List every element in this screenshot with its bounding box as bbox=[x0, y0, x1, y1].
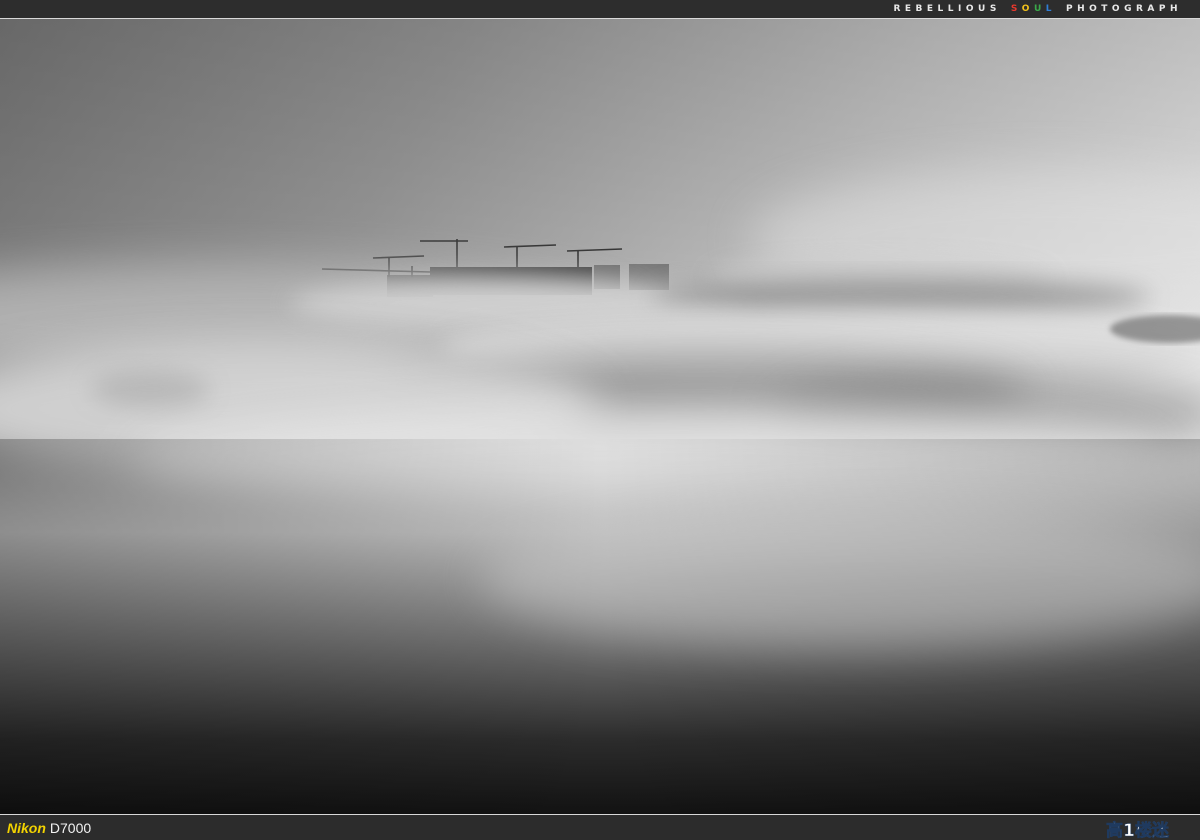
top-banner: REBELLIOUS SOUL PHOTOGRAPH bbox=[0, 0, 1200, 19]
brand-word-soul: SOUL bbox=[1011, 4, 1056, 14]
brand-word-rebellious: REBELLIOUS bbox=[893, 4, 1001, 14]
camera-label: Nikon D7000 bbox=[7, 820, 91, 836]
photo-frame: REBELLIOUS SOUL PHOTOGRAPH Nikon D7000 高… bbox=[0, 0, 1200, 840]
brand-title: REBELLIOUS SOUL PHOTOGRAPH bbox=[893, 4, 1182, 15]
watermark-logo: 高1楼迷 bbox=[1106, 820, 1170, 840]
soul-letter: O bbox=[1021, 4, 1034, 14]
fog-scene bbox=[0, 19, 1200, 814]
soul-letter: U bbox=[1033, 4, 1046, 14]
soul-letter: L bbox=[1045, 4, 1057, 14]
camera-make: Nikon bbox=[7, 820, 46, 836]
fog-photograph bbox=[0, 19, 1200, 814]
watermark-text: 高1楼迷 bbox=[1106, 820, 1170, 840]
bottom-banner: Nikon D7000 高1楼迷 bbox=[0, 814, 1200, 840]
brand-word-photograph: PHOTOGRAPH bbox=[1066, 4, 1182, 14]
camera-model: D7000 bbox=[49, 820, 92, 836]
soul-letter: S bbox=[1010, 4, 1022, 14]
